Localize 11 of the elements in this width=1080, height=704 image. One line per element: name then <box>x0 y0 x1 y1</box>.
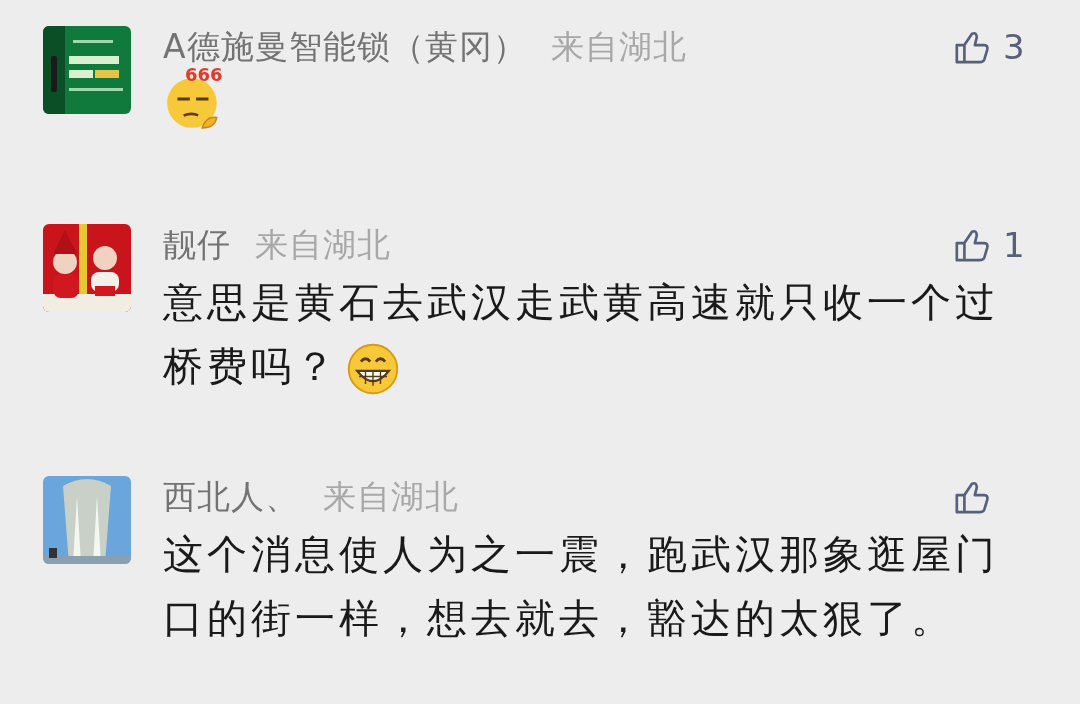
sticker-caption: 666 <box>185 64 223 85</box>
comment-text: 这个消息使人为之一震，跑武汉那象逛屋门口的街一样，想去就去，豁达的太狠了。 <box>163 530 1000 643</box>
comment-text: 意思是黄石去武汉走武黄高速就只收一个过桥费吗？ <box>163 270 1013 398</box>
location-label: 来自湖北 <box>255 223 391 266</box>
location-label: 来自湖北 <box>323 475 459 518</box>
like-button[interactable]: 1 <box>953 226 1043 264</box>
commenter-name[interactable]: 靓仔 <box>163 222 231 268</box>
grin-emoji-icon <box>345 341 401 397</box>
like-button[interactable]: 3 <box>953 28 1043 66</box>
location-label: 来自湖北 <box>550 25 687 68</box>
commenter-name[interactable]: 西北人、 <box>163 474 299 520</box>
